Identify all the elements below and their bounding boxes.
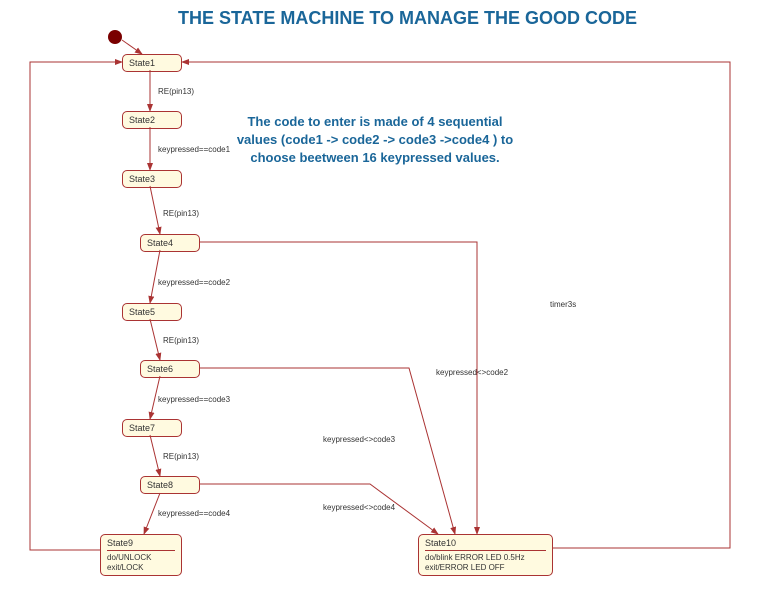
- label-5-6: RE(pin13): [163, 336, 199, 345]
- label-6-10: keypressed<>code3: [323, 435, 395, 444]
- state-5-name: State5: [129, 307, 175, 317]
- state-5: State5: [122, 303, 182, 321]
- state-7: State7: [122, 419, 182, 437]
- label-8-10: keypressed<>code4: [323, 503, 395, 512]
- diagram-title: THE STATE MACHINE TO MANAGE THE GOOD COD…: [178, 8, 637, 29]
- state-9: State9 do/UNLOCK exit/LOCK: [100, 534, 182, 576]
- state-10-name: State10: [425, 538, 546, 551]
- label-1-2: RE(pin13): [158, 87, 194, 96]
- state-6: State6: [140, 360, 200, 378]
- label-7-8: RE(pin13): [163, 452, 199, 461]
- label-8-9: keypressed==code4: [158, 509, 230, 518]
- label-timer: timer3s: [550, 300, 576, 309]
- state-3-name: State3: [129, 174, 175, 184]
- initial-state: [108, 30, 122, 44]
- state-9-actions: do/UNLOCK exit/LOCK: [107, 553, 175, 572]
- state-6-name: State6: [147, 364, 193, 374]
- diagram-description: The code to enter is made of 4 sequentia…: [230, 113, 520, 168]
- state-8: State8: [140, 476, 200, 494]
- state-2-name: State2: [129, 115, 175, 125]
- state-1-name: State1: [129, 58, 175, 68]
- state-1: State1: [122, 54, 182, 72]
- state-10: State10 do/blink ERROR LED 0.5Hz exit/ER…: [418, 534, 553, 576]
- state-4-name: State4: [147, 238, 193, 248]
- state-4: State4: [140, 234, 200, 252]
- label-2-3: keypressed==code1: [158, 145, 230, 154]
- state-7-name: State7: [129, 423, 175, 433]
- state-2: State2: [122, 111, 182, 129]
- state-3: State3: [122, 170, 182, 188]
- label-4-5: keypressed==code2: [158, 278, 230, 287]
- label-6-7: keypressed==code3: [158, 395, 230, 404]
- label-3-4: RE(pin13): [163, 209, 199, 218]
- label-4-10: keypressed<>code2: [436, 368, 508, 377]
- state-9-name: State9: [107, 538, 175, 551]
- state-8-name: State8: [147, 480, 193, 490]
- state-10-actions: do/blink ERROR LED 0.5Hz exit/ERROR LED …: [425, 553, 546, 572]
